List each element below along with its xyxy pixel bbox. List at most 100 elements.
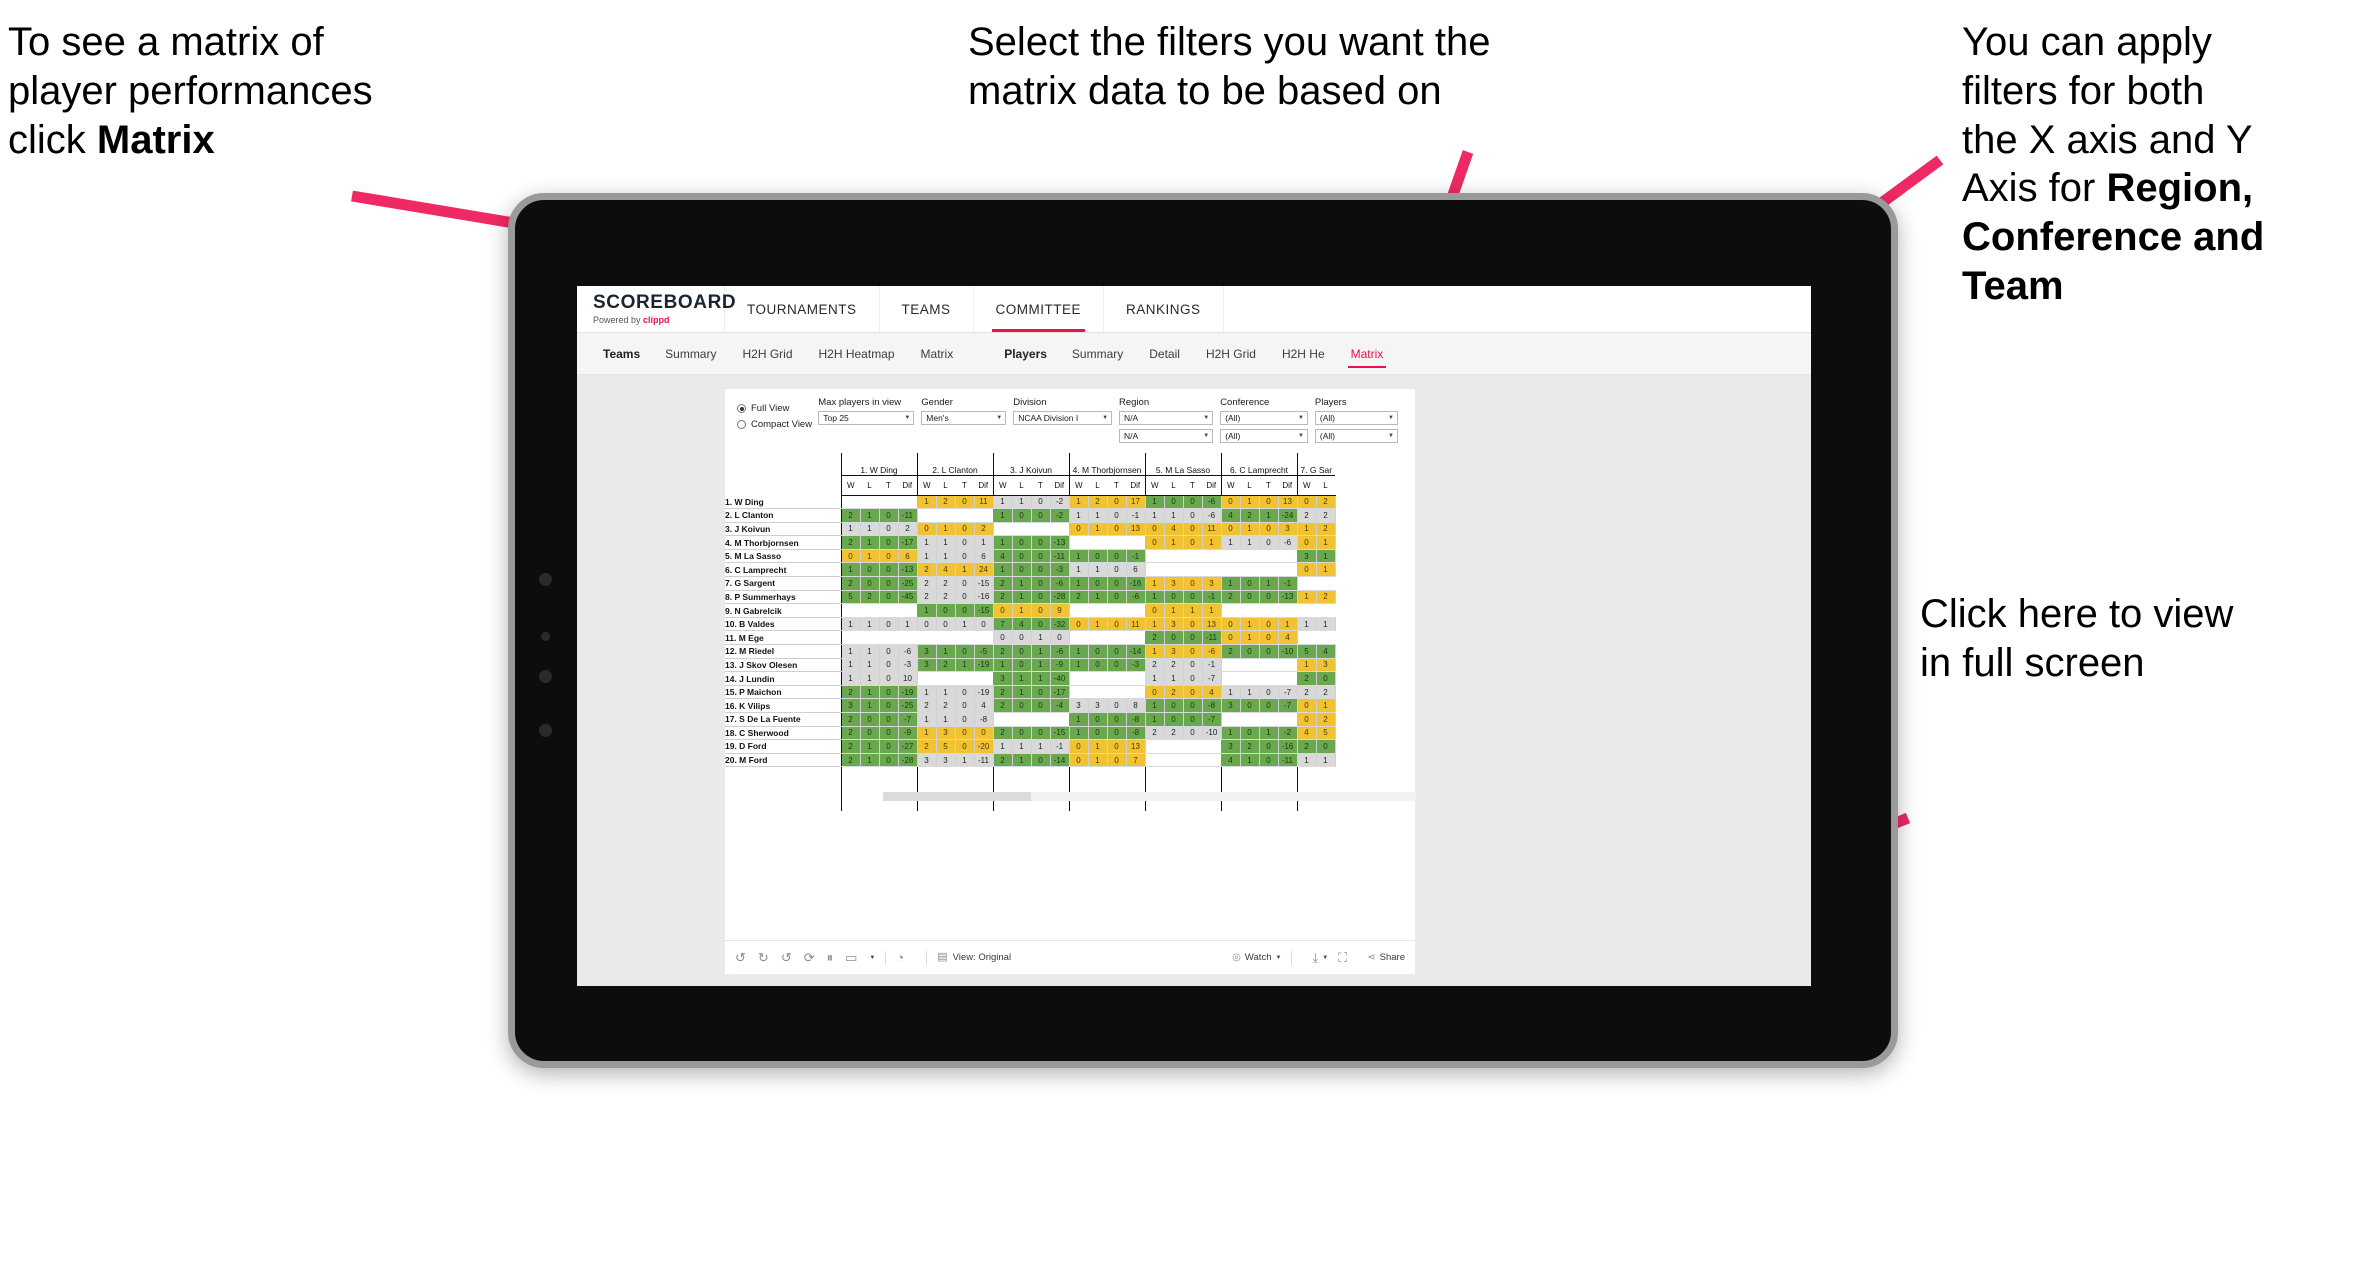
matrix-cell[interactable]: 1 bbox=[1068, 712, 1089, 727]
matrix-cell[interactable]: -3 bbox=[1126, 658, 1146, 673]
matrix-cell[interactable]: 1 bbox=[916, 535, 937, 550]
matrix-cell[interactable]: 1 bbox=[840, 658, 861, 673]
matrix-cell[interactable]: 1 bbox=[860, 535, 880, 550]
matrix-cell[interactable]: 2 bbox=[992, 685, 1013, 700]
matrix-cell[interactable]: 3 bbox=[1068, 698, 1089, 713]
matrix-cell[interactable] bbox=[1126, 671, 1145, 686]
matrix-cell[interactable] bbox=[916, 630, 936, 646]
matrix-cell[interactable]: 1 bbox=[1296, 590, 1317, 605]
matrix-cell[interactable] bbox=[1220, 658, 1240, 673]
matrix-cell[interactable]: 0 bbox=[955, 726, 975, 741]
matrix-cell[interactable]: 11 bbox=[1202, 522, 1222, 537]
undo-icon[interactable]: ↺ bbox=[735, 951, 746, 964]
matrix-row-header[interactable]: 1. W Ding bbox=[725, 495, 841, 510]
matrix-cell[interactable]: -1 bbox=[1202, 658, 1222, 673]
matrix-cell[interactable]: 0 bbox=[1012, 630, 1032, 646]
matrix-cell[interactable]: 2 bbox=[936, 576, 956, 591]
matrix-cell[interactable]: 1 bbox=[1164, 508, 1184, 523]
matrix-cell[interactable]: 0 bbox=[1107, 712, 1127, 727]
matrix-cell[interactable]: 1 bbox=[1088, 508, 1108, 523]
redo-icon[interactable]: ↻ bbox=[758, 951, 769, 964]
matrix-cell[interactable]: 1 bbox=[1316, 535, 1336, 550]
matrix-cell[interactable]: 0 bbox=[1012, 562, 1032, 578]
matrix-col-header[interactable]: 4. M Thorbjornsen bbox=[1068, 453, 1145, 476]
matrix-cell[interactable] bbox=[1088, 685, 1107, 700]
matrix-cell[interactable]: 1 bbox=[1088, 753, 1108, 768]
matrix-cell[interactable]: 0 bbox=[1183, 630, 1203, 646]
matrix-cell[interactable]: 1 bbox=[1240, 630, 1260, 646]
matrix-cell[interactable]: 1 bbox=[936, 549, 956, 564]
matrix-cell[interactable]: 2 bbox=[936, 590, 956, 605]
matrix-col-header[interactable]: 1. W Ding bbox=[840, 453, 917, 476]
matrix-cell[interactable]: 7 bbox=[992, 617, 1013, 632]
matrix-cell[interactable]: 1 bbox=[916, 726, 937, 741]
matrix-cell[interactable]: 0 bbox=[879, 698, 899, 713]
share-button[interactable]: ⋖ Share bbox=[1357, 952, 1405, 963]
matrix-cell[interactable]: 4 bbox=[1296, 726, 1317, 741]
matrix-cell[interactable]: 2 bbox=[916, 576, 937, 591]
matrix-cell[interactable]: -27 bbox=[898, 739, 918, 754]
matrix-cell[interactable]: 1 bbox=[1220, 726, 1241, 741]
filter-conference-select-y[interactable]: (All) ▼ bbox=[1220, 429, 1308, 443]
matrix-cell[interactable]: 0 bbox=[1107, 522, 1127, 537]
matrix-cell[interactable]: 0 bbox=[1259, 753, 1279, 768]
matrix-cell[interactable] bbox=[860, 603, 879, 618]
matrix-cell[interactable]: 1 bbox=[1068, 658, 1089, 673]
matrix-cell[interactable]: 2 bbox=[936, 495, 956, 510]
matrix-cell[interactable] bbox=[1144, 562, 1164, 578]
matrix-cell[interactable]: 0 bbox=[1031, 698, 1051, 713]
matrix-cell[interactable]: 0 bbox=[1107, 753, 1127, 768]
radio-compact-view[interactable]: Compact View bbox=[737, 419, 818, 430]
matrix-cell[interactable]: -17 bbox=[898, 535, 918, 550]
matrix-cell[interactable]: 1 bbox=[992, 562, 1013, 578]
matrix-cell[interactable]: 2 bbox=[1296, 685, 1317, 700]
matrix-cell[interactable]: 2 bbox=[1316, 522, 1336, 537]
matrix-cell[interactable]: 0 bbox=[879, 508, 899, 523]
matrix-cell[interactable]: 3 bbox=[936, 753, 956, 768]
matrix-cell[interactable]: 0 bbox=[1183, 644, 1203, 659]
matrix-cell[interactable]: 0 bbox=[1259, 522, 1279, 537]
matrix-cell[interactable]: -5 bbox=[974, 644, 994, 659]
matrix-cell[interactable]: -6 bbox=[1126, 590, 1146, 605]
matrix-cell[interactable]: 3 bbox=[1088, 698, 1108, 713]
matrix-cell[interactable]: 2 bbox=[1316, 590, 1336, 605]
matrix-cell[interactable]: 0 bbox=[1183, 522, 1203, 537]
matrix-cell[interactable]: 2 bbox=[1164, 685, 1184, 700]
filter-conference-select-x[interactable]: (All) ▼ bbox=[1220, 411, 1308, 425]
matrix-cell[interactable]: 1 bbox=[936, 712, 956, 727]
matrix-cell[interactable]: 0 bbox=[955, 535, 975, 550]
matrix-cell[interactable] bbox=[1164, 562, 1183, 578]
matrix-cell[interactable]: 1 bbox=[860, 753, 880, 768]
matrix-cell[interactable]: 0 bbox=[1088, 576, 1108, 591]
matrix-cell[interactable]: 0 bbox=[1031, 576, 1051, 591]
matrix-cell[interactable]: 0 bbox=[1107, 698, 1127, 713]
matrix-cell[interactable]: 1 bbox=[1164, 535, 1184, 550]
matrix-row-header[interactable]: 13. J Skov Olesen bbox=[725, 658, 841, 673]
matrix-cell[interactable]: 1 bbox=[1068, 562, 1089, 578]
matrix-cell[interactable]: 0 bbox=[1240, 644, 1260, 659]
matrix-cell[interactable]: 0 bbox=[879, 753, 899, 768]
nav-committee[interactable]: COMMITTEE bbox=[974, 286, 1105, 332]
matrix-row-header[interactable]: 6. C Lamprecht bbox=[725, 562, 841, 578]
matrix-row-header[interactable]: 15. P Maichon bbox=[725, 685, 841, 700]
matrix-cell[interactable] bbox=[1220, 562, 1240, 578]
matrix-cell[interactable]: 7 bbox=[1126, 753, 1146, 768]
matrix-cell[interactable]: 4 bbox=[1316, 644, 1336, 659]
scrollbar-thumb[interactable] bbox=[883, 791, 1031, 801]
matrix-cell[interactable]: 0 bbox=[1316, 739, 1336, 754]
matrix-cell[interactable]: -28 bbox=[898, 753, 918, 768]
matrix-cell[interactable]: 11 bbox=[974, 495, 994, 510]
matrix-cell[interactable]: -8 bbox=[1126, 712, 1146, 727]
matrix-row-header[interactable]: 20. M Ford bbox=[725, 753, 841, 768]
matrix-cell[interactable] bbox=[860, 495, 879, 510]
matrix-cell[interactable]: 13 bbox=[1278, 495, 1298, 510]
matrix-cell[interactable] bbox=[1164, 753, 1183, 768]
matrix-cell[interactable]: 0 bbox=[1220, 630, 1241, 646]
matrix-cell[interactable]: 0 bbox=[936, 617, 956, 632]
matrix-cell[interactable]: 1 bbox=[860, 508, 880, 523]
matrix-cell[interactable]: 0 bbox=[1259, 698, 1279, 713]
matrix-cell[interactable]: 1 bbox=[1088, 562, 1108, 578]
matrix-cell[interactable]: 0 bbox=[879, 726, 899, 741]
matrix-cell[interactable]: 0 bbox=[1031, 549, 1051, 564]
matrix-cell[interactable]: -8 bbox=[1126, 726, 1146, 741]
